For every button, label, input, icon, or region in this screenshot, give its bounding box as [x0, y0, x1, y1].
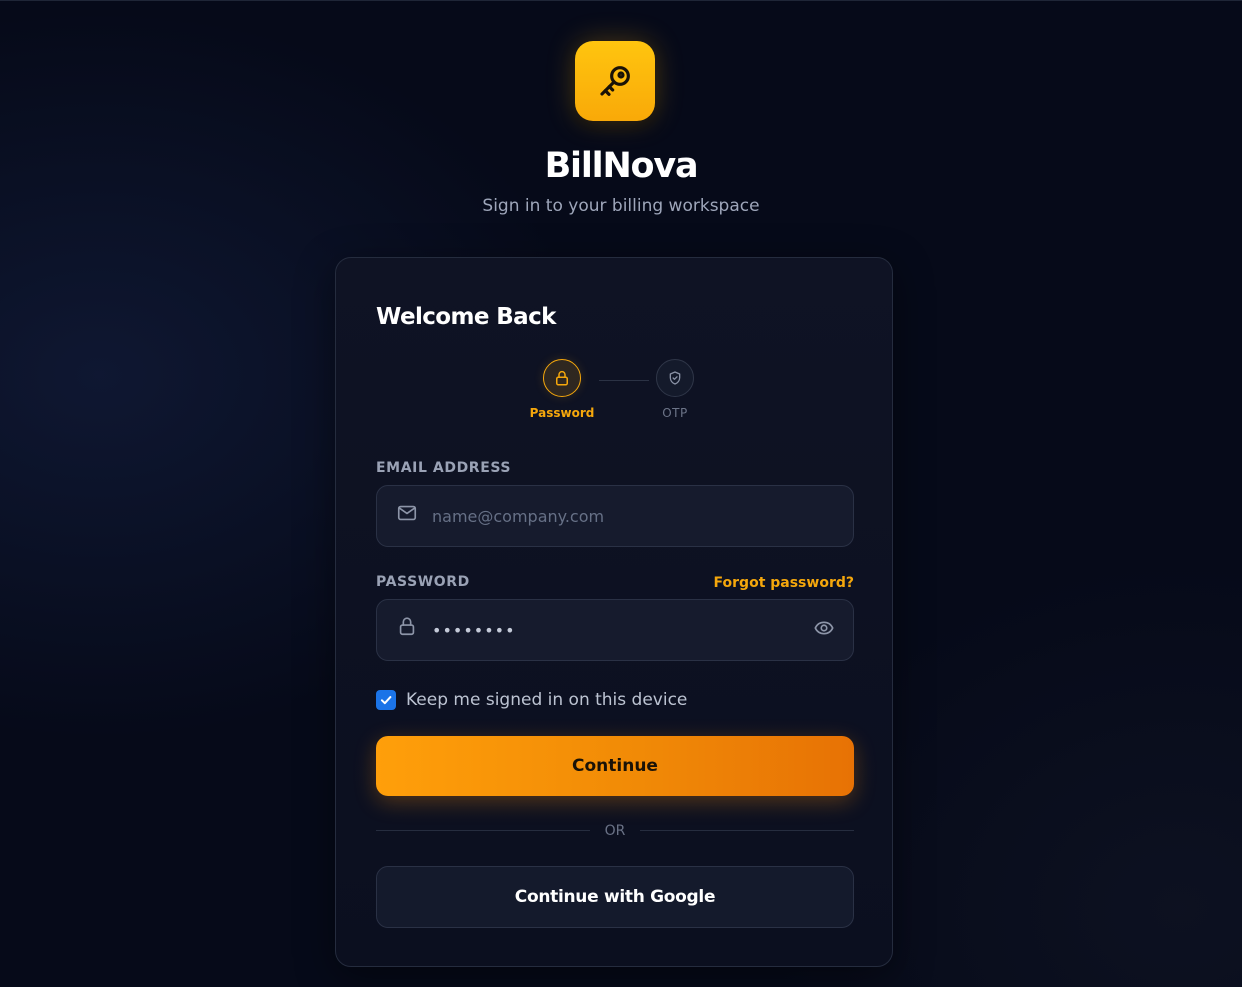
checkmark-icon [380, 696, 392, 705]
divider-line-right [640, 830, 854, 831]
brand-logo [575, 41, 655, 121]
lock-icon [399, 617, 415, 636]
remember-checkbox[interactable] [376, 690, 396, 710]
step-password-circle [543, 359, 581, 397]
email-input[interactable] [432, 486, 802, 546]
password-label: PASSWORD [376, 574, 470, 590]
step-password: Password [517, 359, 607, 420]
mail-icon [397, 505, 417, 521]
eye-icon[interactable] [813, 617, 835, 639]
forgot-password-link[interactable]: Forgot password? [714, 574, 854, 592]
step-otp-circle [656, 359, 694, 397]
login-card: Welcome Back Password OTP EMAIL ADDRESS … [335, 257, 893, 967]
card-title: Welcome Back [376, 304, 556, 330]
google-signin-button[interactable]: Continue with Google [376, 866, 854, 928]
divider-or: OR [604, 823, 626, 839]
shield-check-icon [669, 371, 681, 385]
key-icon [600, 66, 630, 96]
email-label: EMAIL ADDRESS [376, 460, 512, 476]
brand-name: BillNova [544, 146, 699, 186]
email-field[interactable] [376, 485, 854, 547]
remember-label[interactable]: Keep me signed in on this device [406, 689, 687, 711]
password-input[interactable] [432, 600, 802, 660]
lock-icon [556, 370, 568, 386]
remember-row: Keep me signed in on this device [376, 688, 687, 712]
step-otp: OTP [630, 359, 720, 420]
continue-button[interactable]: Continue [376, 736, 854, 796]
password-field[interactable] [376, 599, 854, 661]
brand-tagline: Sign in to your billing workspace [482, 196, 760, 216]
step-otp-label: OTP [662, 406, 688, 420]
step-password-label: Password [529, 406, 595, 420]
